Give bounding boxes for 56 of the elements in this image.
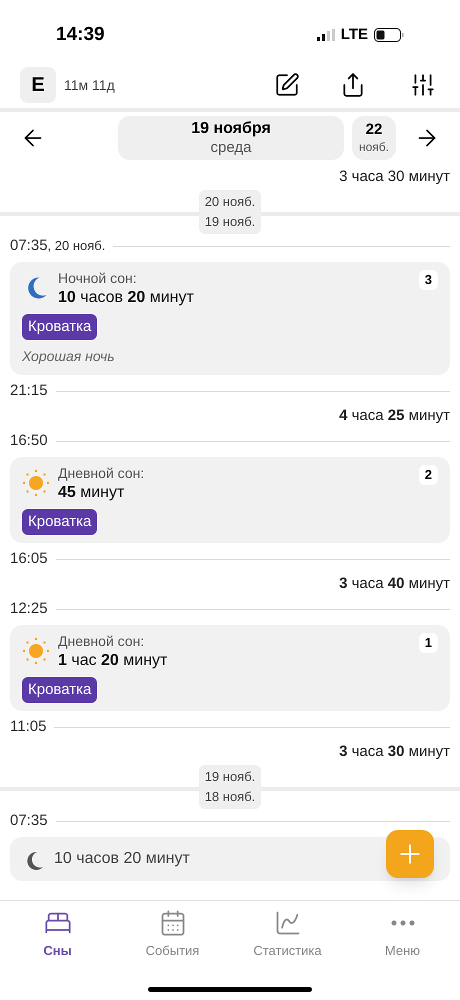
- place-tag: Кроватка: [22, 508, 98, 535]
- time-label: 16:50: [10, 430, 48, 451]
- sleep-type-label: Ночной сон:: [58, 270, 137, 288]
- place-tag: Кроватка: [22, 676, 98, 703]
- sleep-number-badge: 2: [418, 465, 438, 484]
- more-icon: [390, 920, 414, 926]
- signal-icon: [316, 29, 335, 41]
- status-time: 14:39: [56, 22, 105, 47]
- sleep-type-label: Дневной сон:: [58, 465, 144, 482]
- day-label: 19 нояб.: [204, 768, 256, 786]
- sleep-card[interactable]: Дневной сон: 45 минут 2 Кроватка: [10, 457, 450, 543]
- day-label: 18 нояб.: [204, 788, 256, 806]
- tab[interactable]: Сны: [0, 909, 115, 960]
- sleep-number-badge: 1: [418, 633, 438, 652]
- sleep-number-badge: 3: [418, 270, 438, 290]
- edit-icon[interactable]: [274, 72, 300, 98]
- network-label: LTE: [340, 24, 368, 45]
- sleep-duration: 45 минут: [58, 482, 124, 502]
- interval-duration: 3 часа 40 минут: [339, 574, 450, 594]
- tab[interactable]: События: [115, 909, 230, 960]
- interval-duration: 3 часа 30 минут: [339, 168, 450, 186]
- interval-duration: 3 часа 30 минут: [339, 742, 450, 762]
- sleep-duration: 10 часов 20 минут: [54, 849, 190, 869]
- calendar-icon: [158, 909, 186, 937]
- interval-duration: 4 часа 25 минут: [339, 406, 450, 426]
- settings-icon[interactable]: [410, 72, 436, 98]
- sun-icon: [22, 469, 50, 497]
- weekday-label: среда: [210, 138, 252, 158]
- day-label: 20 нояб.: [204, 193, 256, 211]
- next-day-number: 22: [366, 121, 382, 140]
- time-label: 11:05: [10, 716, 46, 737]
- tab[interactable]: Статистика: [230, 909, 345, 960]
- sleep-note: Хорошая ночь: [22, 347, 116, 366]
- next-date-button[interactable]: 22 нояб.: [352, 116, 396, 160]
- battery-icon: [374, 28, 404, 42]
- tab[interactable]: Меню: [345, 909, 460, 960]
- time-label: 07:35, 20 нояб.: [10, 236, 106, 256]
- time-label: 07:35: [10, 810, 48, 831]
- sleep-card[interactable]: Дневной сон: 1 час 20 минут 1 Кроватка: [10, 625, 450, 711]
- sun-icon: [22, 637, 50, 665]
- next-month-label: нояб.: [358, 140, 389, 155]
- sleep-duration: 10 часов 20 минут: [58, 288, 194, 308]
- day-label: 19 нояб.: [204, 213, 256, 231]
- child-age: 11м 11д: [64, 76, 116, 95]
- time-label: 21:15: [10, 380, 48, 401]
- place-tag: Кроватка: [22, 314, 98, 340]
- sleep-card[interactable]: Ночной сон: 10 часов 20 минут 3 Кроватка Хорошая ночь: [10, 262, 450, 375]
- sleep-type-label: Дневной сон:: [58, 633, 144, 650]
- profile-avatar[interactable]: E: [20, 67, 56, 103]
- sleep-card[interactable]: 10 часов 20 минут: [10, 837, 450, 881]
- time-label: 12:25: [10, 598, 48, 619]
- chart-icon: [274, 909, 302, 937]
- time-label: 16:05: [10, 548, 48, 569]
- current-date-button[interactable]: 19 ноября среда: [118, 116, 344, 160]
- date-label: 19 ноября: [191, 118, 271, 139]
- sleep-duration: 1 час 20 минут: [58, 650, 168, 670]
